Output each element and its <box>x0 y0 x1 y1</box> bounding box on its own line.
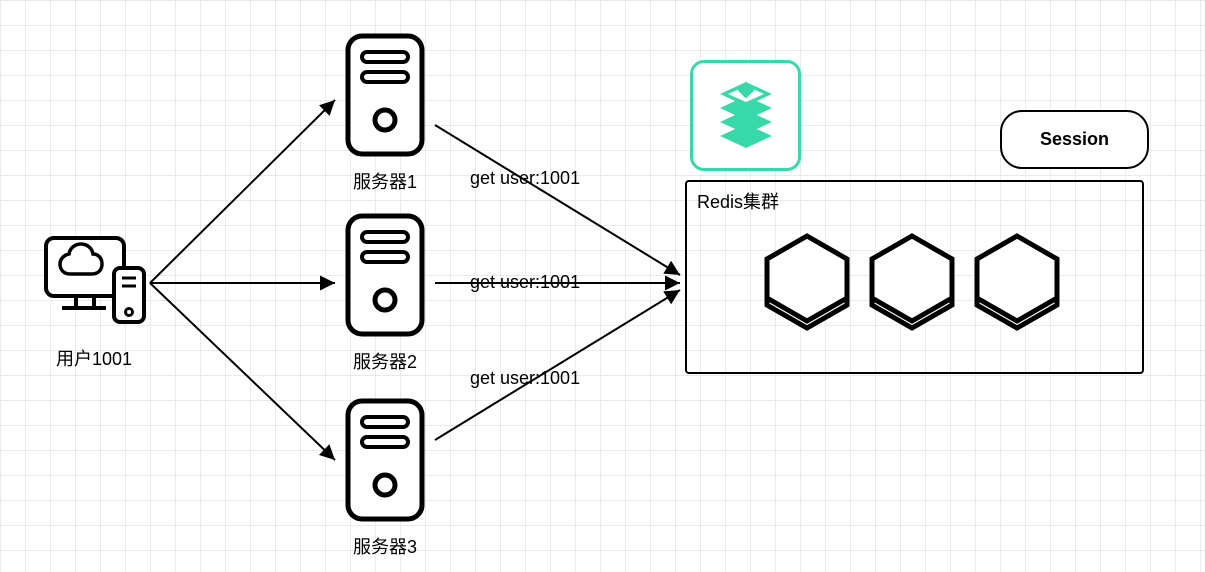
edge-label-3: get user:1001 <box>470 368 580 389</box>
edge-label-1: get user:1001 <box>470 168 580 189</box>
server-label-3: 服务器3 <box>345 533 425 559</box>
user-device-icon <box>40 230 150 330</box>
redis-cluster-container: Redis集群 <box>685 180 1144 374</box>
server-icon <box>340 30 430 160</box>
session-label: Session <box>1040 129 1109 150</box>
server-icon <box>340 395 430 525</box>
server-icon <box>340 210 430 340</box>
server-label-2: 服务器2 <box>345 348 425 374</box>
redis-logo-icon <box>690 60 801 171</box>
session-box: Session <box>1000 110 1149 169</box>
user-node <box>40 230 150 330</box>
server-label-1: 服务器1 <box>345 168 425 194</box>
server-node-1 <box>340 30 430 160</box>
redis-nodes-icon <box>687 182 1142 372</box>
server-node-2 <box>340 210 430 340</box>
user-label: 用户1001 <box>44 345 144 371</box>
diagram-canvas: 用户1001 服务器1 服务器2 服务器3 get user:1001 get <box>0 0 1205 572</box>
edge-label-2: get user:1001 <box>470 272 580 293</box>
server-node-3 <box>340 395 430 525</box>
